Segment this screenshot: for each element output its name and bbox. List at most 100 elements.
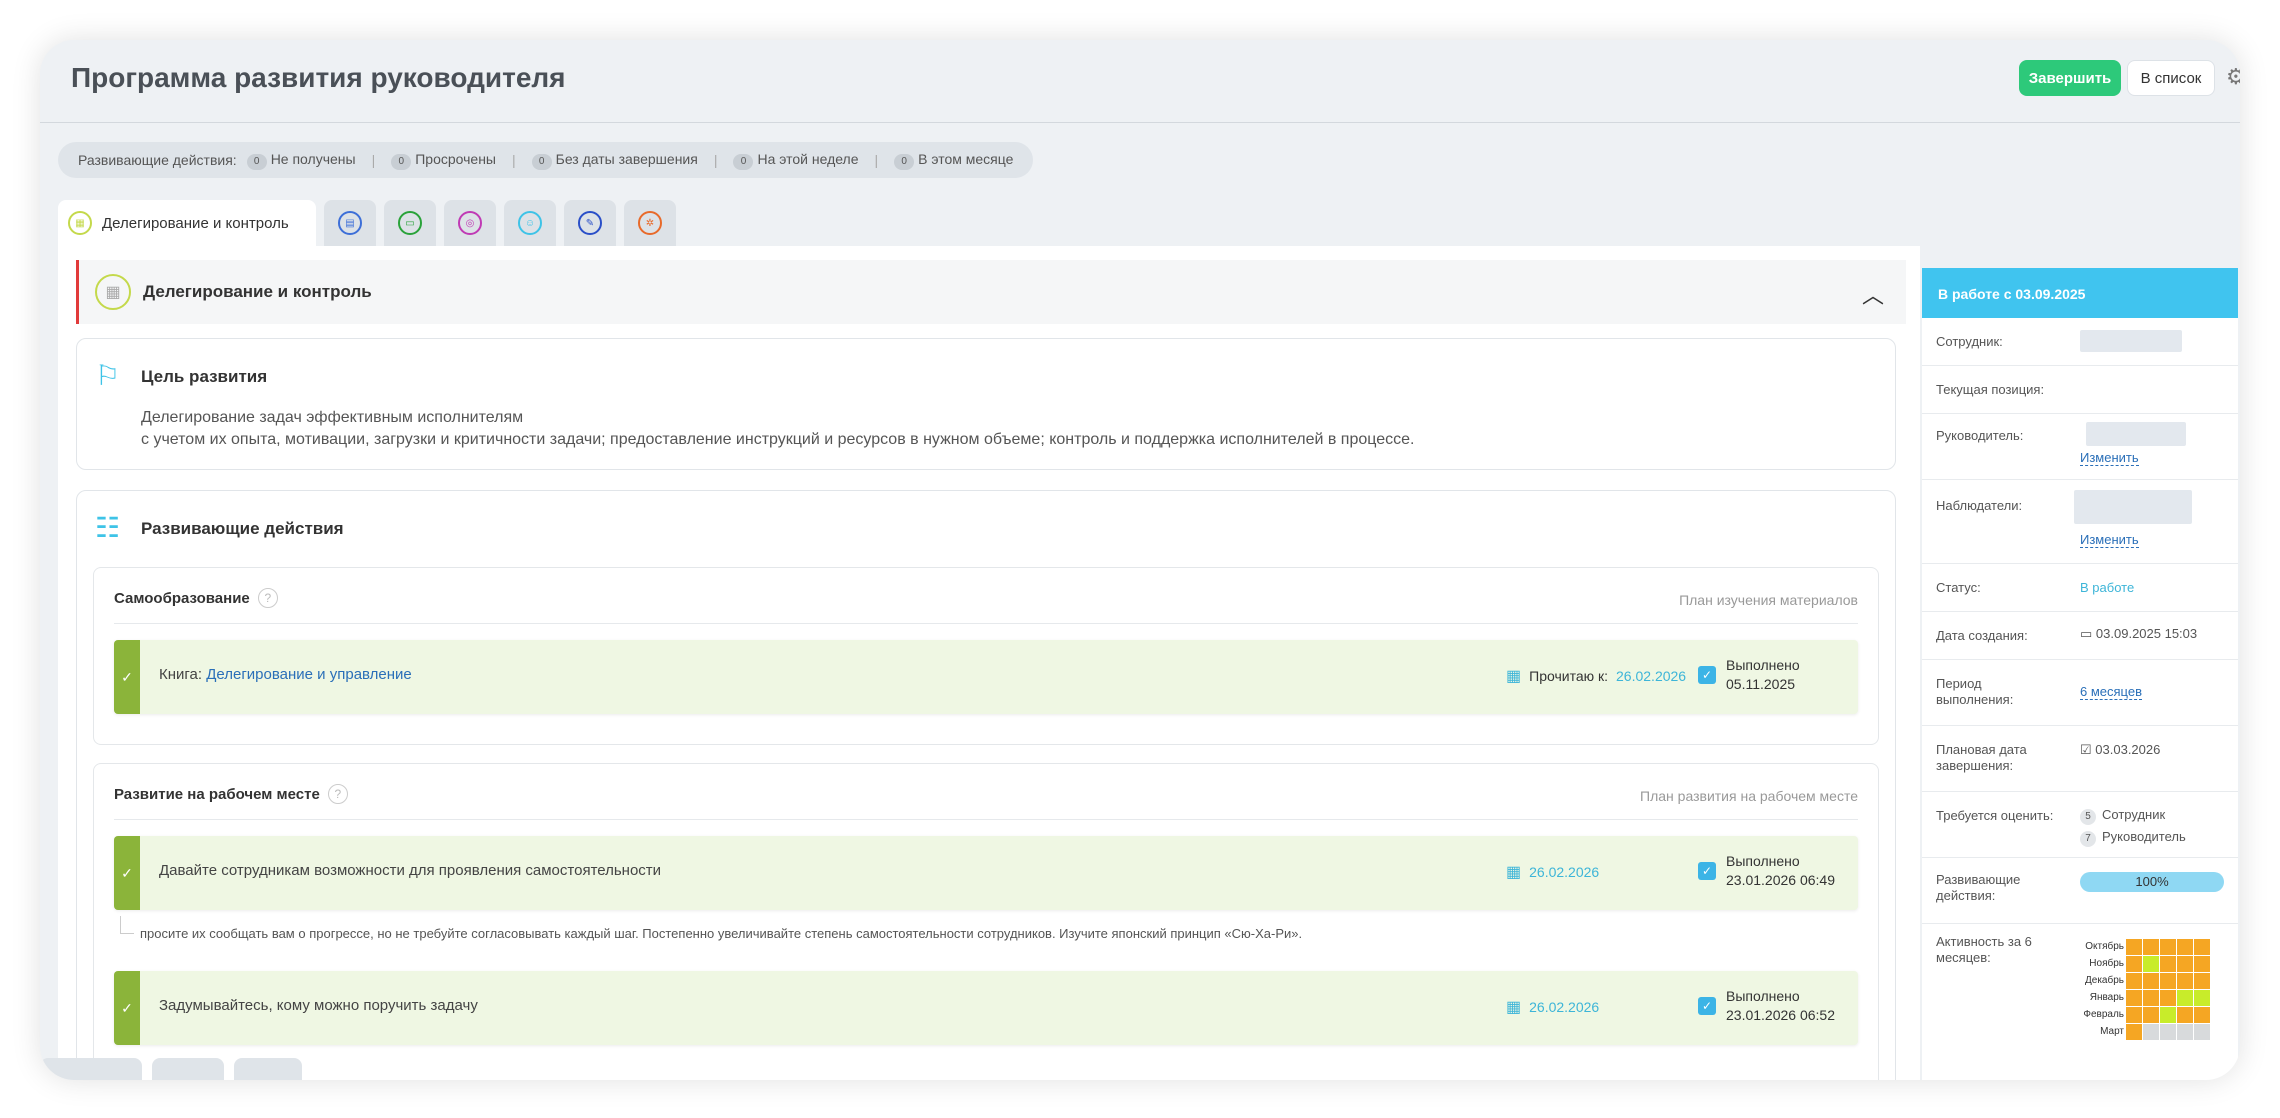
assess-employee[interactable]: 5 Сотрудник: [2080, 804, 2186, 826]
done-checkbox[interactable]: ✓: [1698, 997, 1716, 1015]
heatmap-cell: [2160, 955, 2176, 972]
heatmap-cell: [2126, 1023, 2142, 1040]
heatmap-cell: [2143, 989, 2159, 1006]
heatmap-cell: [2143, 1023, 2159, 1040]
heatmap-month-label: Январь: [2089, 992, 2124, 1003]
tab-competency-6[interactable]: ✎: [564, 200, 616, 246]
workplace-plan-link[interactable]: План развития на рабочем месте: [1640, 788, 1858, 804]
heatmap-row: Январь: [2080, 989, 2211, 1006]
bottom-tab-1[interactable]: [40, 1058, 142, 1080]
calendar-icon: ▭: [2080, 626, 2093, 641]
status-value[interactable]: В работе: [2080, 580, 2134, 595]
heatmap-cell: [2194, 938, 2210, 955]
manager-name[interactable]: [2086, 422, 2186, 446]
progress-bar: 100%: [2080, 872, 2224, 892]
chevron-up-icon[interactable]: ︿: [1862, 278, 1884, 310]
employee-row: Сотрудник:: [1922, 318, 2238, 366]
heatmap-month-label: Февраль: [2083, 1009, 2124, 1020]
competency-tabs: ▦ Делегирование и контроль ▤ ▭ ◎ ☺ ✎ ✲: [58, 200, 676, 246]
finish-button[interactable]: Завершить: [2019, 60, 2121, 96]
app-window: Программа развития руководителя Завершит…: [40, 40, 2240, 1080]
book-link[interactable]: Делегирование и управление: [206, 666, 412, 683]
status-header: В работе с 03.09.2025: [1922, 268, 2238, 318]
filter-this-week[interactable]: 0 На этой неделе: [733, 151, 859, 170]
tab-competency-2[interactable]: ▤: [324, 200, 376, 246]
heatmap-cell: [2177, 955, 2193, 972]
period-row: Период выполнения: 6 месяцев: [1922, 660, 2238, 726]
filter-no-deadline[interactable]: 0 Без даты завершения: [531, 151, 698, 170]
list-item[interactable]: ✓ Книга: Делегирование и управление ▦ Про…: [114, 640, 1858, 714]
assess-manager[interactable]: 7 Руководитель: [2080, 826, 2186, 848]
activity-row: Активность за 6 месяцев: Октябрь Ноябрь Дек…: [1922, 924, 2238, 1080]
header-divider: [40, 122, 2240, 123]
heatmap-cell: [2126, 955, 2142, 972]
heatmap-cell: [2194, 1006, 2210, 1023]
change-manager-link[interactable]: Изменить: [2080, 450, 2139, 466]
goal-text: Делегирование задач эффективным исполнит…: [141, 409, 1415, 448]
calendar-icon: ▦: [1506, 999, 1522, 1016]
actions-title: Развивающие действия: [141, 519, 344, 538]
info-sidebar: В работе с 03.09.2025 Сотрудник: Текущая…: [1922, 268, 2238, 1080]
heatmap-row: Декабрь: [2080, 972, 2211, 989]
heatmap-cell: [2194, 955, 2210, 972]
change-observers-link[interactable]: Изменить: [2080, 532, 2139, 548]
filter-this-month[interactable]: 0В этом месяце: [894, 151, 1013, 170]
done-checkbox[interactable]: ✓: [1698, 666, 1716, 684]
calendar-icon: ▦: [68, 211, 92, 235]
bottom-tab-2[interactable]: [152, 1058, 224, 1080]
employee-name[interactable]: [2080, 330, 2182, 352]
section-header[interactable]: ▦ Делегирование и контроль ︿: [76, 260, 1906, 324]
tab-delegation[interactable]: ▦ Делегирование и контроль: [58, 200, 316, 246]
chat-icon: ▭: [398, 211, 422, 235]
tab-competency-4[interactable]: ◎: [444, 200, 496, 246]
tab-competency-3[interactable]: ▭: [384, 200, 436, 246]
heatmap-cell: [2143, 938, 2159, 955]
heatmap-cell: [2194, 989, 2210, 1006]
calendar-check-icon: ☑: [2080, 742, 2092, 757]
help-icon[interactable]: ?: [257, 588, 278, 608]
document-icon: ▤: [338, 211, 362, 235]
tab-competency-5[interactable]: ☺: [504, 200, 556, 246]
filter-overdue[interactable]: 0 Просрочены: [391, 151, 496, 170]
heatmap-row: Февраль: [2080, 1006, 2211, 1023]
filter-not-received[interactable]: 0 Не получены: [246, 151, 356, 170]
help-icon[interactable]: ?: [327, 784, 348, 804]
filter-bar: Развивающие действия: 0 Не получены | 0 Пр…: [58, 142, 1034, 178]
checklist-icon: ☷: [95, 512, 121, 543]
period-value[interactable]: 6 месяцев: [2080, 684, 2142, 700]
heatmap-cell: [2143, 955, 2159, 972]
tab-competency-7[interactable]: ✲: [624, 200, 676, 246]
goal-card: ⚐ Цель развития Делегирование задач эффе…: [76, 338, 1896, 470]
heatmap-cell: [2126, 989, 2142, 1006]
due-date[interactable]: 26.02.2026: [1529, 999, 1599, 1015]
people-icon: ☺: [518, 211, 542, 235]
heatmap-row: Ноябрь: [2080, 955, 2211, 972]
observers-names[interactable]: [2074, 490, 2192, 524]
heatmap-cell: [2143, 1006, 2159, 1023]
heatmap-cell: [2160, 1023, 2176, 1040]
heatmap-cell: [2160, 989, 2176, 1006]
gear-icon[interactable]: ⚙: [2226, 64, 2240, 92]
heatmap-cell: [2160, 1006, 2176, 1023]
back-to-list-button[interactable]: В список: [2127, 60, 2215, 96]
heatmap-cell: [2126, 1006, 2142, 1023]
heatmap-month-label: Октябрь: [2085, 941, 2124, 952]
observers-row: Наблюдатели: Изменить: [1922, 480, 2238, 564]
done-checkbox[interactable]: ✓: [1698, 862, 1716, 880]
heatmap-cell: [2194, 972, 2210, 989]
due-date[interactable]: 26.02.2026: [1616, 668, 1686, 684]
self-education-plan-link[interactable]: План изучения материалов: [1679, 592, 1858, 608]
bottom-tab-3[interactable]: [234, 1058, 302, 1080]
status-row: Статус: В работе: [1922, 564, 2238, 612]
progress-row: Развивающие действия: 100%: [1922, 858, 2238, 924]
heatmap-month-label: Декабрь: [2085, 975, 2124, 986]
heatmap-month-label: Ноябрь: [2089, 958, 2124, 969]
calendar-icon: ▦: [95, 274, 131, 310]
list-item[interactable]: ✓ Задумывайтесь, кому можно поручить зад…: [114, 971, 1858, 1045]
heatmap-cell: [2194, 1023, 2210, 1040]
heatmap-cell: [2160, 972, 2176, 989]
page-title: Программа развития руководителя: [71, 62, 566, 93]
settings-icon: ✲: [638, 211, 662, 235]
list-item[interactable]: ✓ Давайте сотрудникам возможности для пр…: [114, 836, 1858, 910]
due-date[interactable]: 26.02.2026: [1529, 864, 1599, 880]
